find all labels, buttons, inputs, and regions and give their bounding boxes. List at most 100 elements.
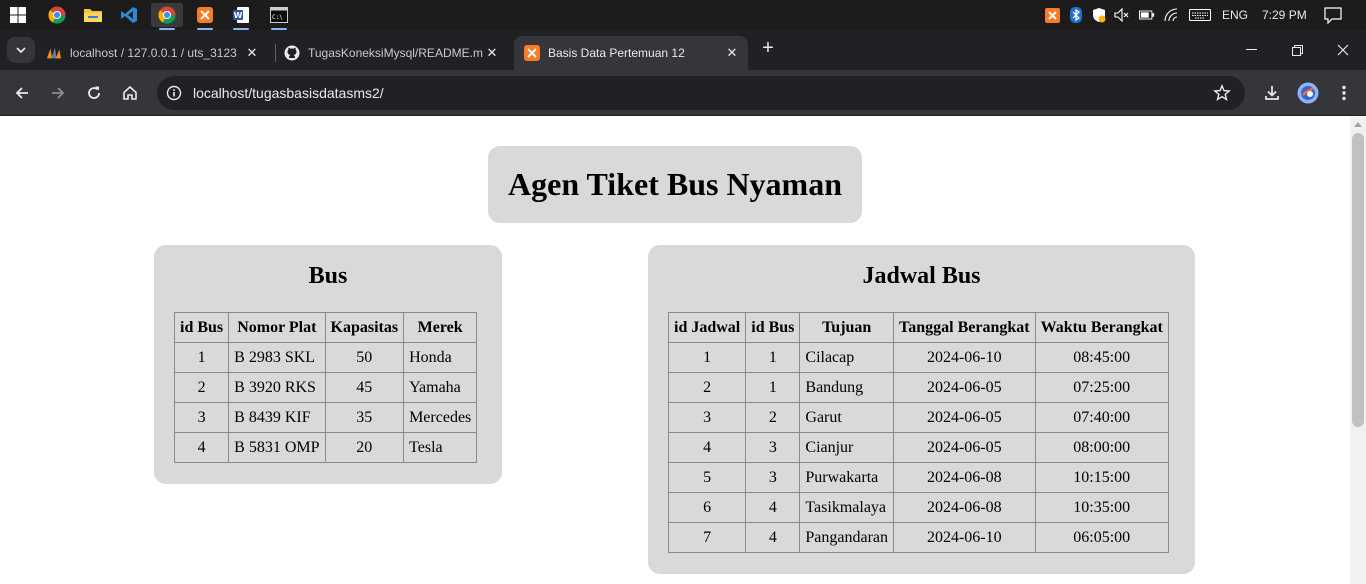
page-scrollbar[interactable] xyxy=(1350,117,1366,584)
scroll-up-arrow-icon[interactable] xyxy=(1354,122,1362,127)
word-icon[interactable]: W xyxy=(225,3,257,30)
page-header: Agen Tiket Bus Nyaman xyxy=(488,146,862,223)
table-cell: 2024-06-08 xyxy=(893,492,1036,523)
address-bar[interactable]: localhost/tugasbasisdatasms2/ xyxy=(157,76,1245,110)
table-row: 1B 2983 SKL 50 Honda xyxy=(173,342,478,373)
close-icon xyxy=(1337,44,1349,56)
close-icon[interactable]: ✕ xyxy=(484,45,500,61)
table-header-row: id Bus Nomor Plat Kapasitas Merek xyxy=(173,312,478,343)
table-cell: Garut xyxy=(799,402,895,433)
site-info-icon[interactable] xyxy=(165,84,183,102)
xampp-taskbar-icon[interactable] xyxy=(189,3,221,30)
notifications-icon[interactable] xyxy=(1324,6,1342,24)
volume-muted-icon[interactable] xyxy=(1114,7,1130,23)
restore-button[interactable] xyxy=(1274,30,1320,70)
table-cell: 1 xyxy=(667,342,747,373)
table-cell: 1 xyxy=(173,342,230,373)
table-row: 3 2 Garut 2024-06-05 07:40:00 xyxy=(667,402,1169,433)
table-row: 2 1 Bandung 2024-06-05 07:25:00 xyxy=(667,372,1169,403)
clock[interactable]: 7:29 PM xyxy=(1262,0,1307,30)
tab-github-readme[interactable]: TugasKoneksiMysql/README.m ✕ xyxy=(274,36,508,70)
table-cell: Tesla xyxy=(403,432,478,463)
table-cell: Cianjur xyxy=(799,432,895,463)
chrome-menu-button[interactable] xyxy=(1330,79,1358,107)
windows-taskbar: W C:\ ENG 7:29 PM xyxy=(0,0,1366,30)
wifi-icon[interactable] xyxy=(1164,7,1180,23)
minimize-icon xyxy=(1245,49,1257,50)
scrollbar-thumb[interactable] xyxy=(1352,133,1364,427)
home-button[interactable] xyxy=(116,79,144,107)
table-cell: Honda xyxy=(403,342,478,373)
table-cell: 10:15:00 xyxy=(1034,462,1169,493)
table-cell: B 5831 OMP xyxy=(228,432,326,463)
column-header: Nomor Plat xyxy=(228,312,326,343)
new-tab-button[interactable]: + xyxy=(757,38,779,60)
table-cell: Cilacap xyxy=(799,342,895,373)
bookmark-star-icon[interactable] xyxy=(1213,83,1231,102)
table-cell: Yamaha xyxy=(403,372,478,403)
reload-button[interactable] xyxy=(80,79,108,107)
back-button[interactable] xyxy=(8,79,36,107)
table-row: 2B 3920 RKS 45 Yamaha xyxy=(173,372,478,403)
svg-text:W: W xyxy=(234,11,243,20)
chrome-taskbar-icon[interactable] xyxy=(41,3,73,27)
language-indicator[interactable]: ENG xyxy=(1222,0,1248,30)
table-cell: Purwakarta xyxy=(799,462,895,493)
table-cell: 2 xyxy=(667,372,747,403)
table-cell: 3 xyxy=(173,402,230,433)
table-cell: 6 xyxy=(667,492,747,523)
close-window-button[interactable] xyxy=(1320,30,1366,70)
table-cell: 07:40:00 xyxy=(1034,402,1169,433)
table-cell: 50 xyxy=(324,342,405,373)
home-icon xyxy=(123,85,137,100)
tab-search-button[interactable] xyxy=(7,37,35,63)
column-header: id Jadwal xyxy=(667,312,747,343)
table-cell: 2024-06-10 xyxy=(893,522,1036,553)
table-cell: 5 xyxy=(667,462,747,493)
table-row: 4 3 Cianjur 2024-06-05 08:00:00 xyxy=(667,432,1169,463)
table-cell: Pangandaran xyxy=(799,522,895,553)
table-cell: 2024-06-05 xyxy=(893,402,1036,433)
security-shield-icon[interactable] xyxy=(1091,7,1107,23)
download-icon xyxy=(1265,86,1279,100)
forward-button[interactable] xyxy=(44,79,72,107)
chevron-down-icon xyxy=(16,47,26,53)
file-explorer-icon[interactable] xyxy=(77,3,109,27)
command-prompt-icon[interactable]: C:\ xyxy=(263,3,295,30)
downloads-button[interactable] xyxy=(1258,79,1286,107)
table-cell: 2 xyxy=(173,372,230,403)
xampp-tray-icon[interactable] xyxy=(1044,7,1060,23)
table-cell: 4 xyxy=(745,522,801,553)
browser-toolbar: localhost/tugasbasisdatasms2/ xyxy=(0,70,1366,116)
tab-phpmyadmin[interactable]: localhost / 127.0.0.1 / uts_3123 ✕ xyxy=(36,36,268,70)
arrow-left-icon xyxy=(15,87,28,99)
table-cell: 1 xyxy=(745,342,801,373)
table-row: 1 1 Cilacap 2024-06-10 08:45:00 xyxy=(667,342,1169,373)
tab-basis-data[interactable]: Basis Data Pertemuan 12 ✕ xyxy=(514,36,748,70)
close-icon[interactable]: ✕ xyxy=(724,45,740,61)
tab-title: Basis Data Pertemuan 12 xyxy=(548,46,685,60)
chrome-active-taskbar-icon[interactable] xyxy=(151,3,183,30)
close-icon[interactable]: ✕ xyxy=(244,45,260,61)
vs-code-icon[interactable] xyxy=(113,3,145,27)
table-header-row: id Jadwal id Bus Tujuan Tanggal Berangka… xyxy=(667,312,1169,343)
table-cell: 3 xyxy=(745,432,801,463)
more-vertical-icon xyxy=(1342,85,1346,101)
svg-text:C:\: C:\ xyxy=(272,14,283,21)
minimize-button[interactable] xyxy=(1228,30,1274,70)
touch-keyboard-icon[interactable] xyxy=(1188,7,1212,23)
table-cell: 10:35:00 xyxy=(1034,492,1169,523)
url-text[interactable]: localhost/tugasbasisdatasms2/ xyxy=(193,76,384,110)
table-cell: 3 xyxy=(745,462,801,493)
bluetooth-icon[interactable] xyxy=(1068,7,1084,23)
profile-avatar[interactable] xyxy=(1294,79,1322,107)
restore-icon xyxy=(1291,44,1303,56)
table-cell: B 2983 SKL xyxy=(228,342,326,373)
table-cell: 2024-06-05 xyxy=(893,372,1036,403)
column-header: id Bus xyxy=(745,312,801,343)
battery-icon[interactable] xyxy=(1139,7,1155,23)
phpmyadmin-icon xyxy=(46,45,62,61)
table-cell: 2024-06-10 xyxy=(893,342,1036,373)
github-icon xyxy=(284,45,300,61)
windows-start-icon[interactable] xyxy=(2,3,34,27)
